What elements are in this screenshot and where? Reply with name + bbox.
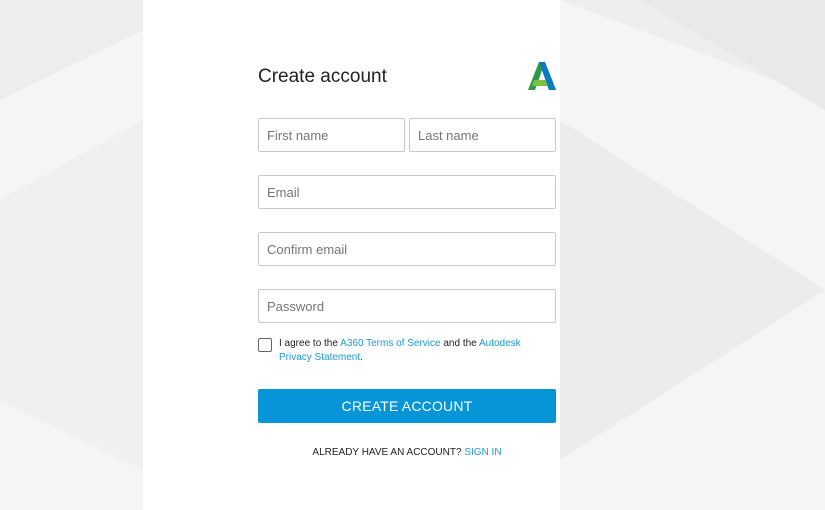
terms-checkbox[interactable] [258,338,272,352]
terms-agreement-text: I agree to the A360 Terms of Service and… [279,337,554,365]
signin-row: ALREADY HAVE AN ACCOUNT? SIGN IN [258,447,556,458]
agree-middle: and the [440,338,479,349]
terms-of-service-link[interactable]: A360 Terms of Service [340,338,440,349]
confirm-email-input[interactable] [258,232,556,266]
email-input[interactable] [258,175,556,209]
signin-prompt: ALREADY HAVE AN ACCOUNT? [312,447,465,458]
first-name-input[interactable] [258,118,405,152]
create-account-button[interactable]: CREATE ACCOUNT [258,389,556,423]
agree-suffix: . [360,352,363,363]
page-title: Create account [258,66,387,87]
last-name-input[interactable] [409,118,556,152]
page: Create account I agree to the A360 Terms… [0,0,825,510]
sign-in-link[interactable]: SIGN IN [464,447,501,458]
password-input[interactable] [258,289,556,323]
agree-prefix: I agree to the [279,338,341,349]
autodesk-logo-icon [528,62,556,90]
